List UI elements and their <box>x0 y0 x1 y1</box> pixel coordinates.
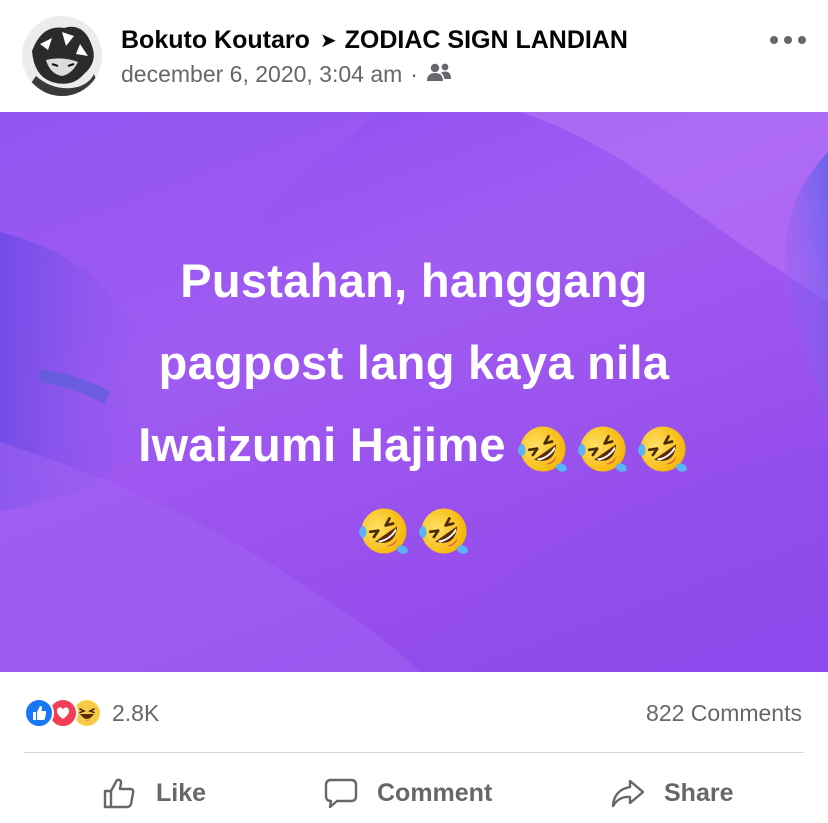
post-text: Pustahan, hanggang pagpost lang kaya nil… <box>60 240 768 568</box>
post-text-line-3: Iwaizumi Hajime <box>60 404 768 486</box>
rofl-emoji-icon <box>417 504 471 558</box>
post-text-line-3-text: Iwaizumi Hajime <box>138 418 506 471</box>
like-button[interactable]: Like <box>102 772 206 814</box>
post-stats: 2.8K 822 Comments <box>0 688 828 740</box>
comment-label: Comment <box>377 778 493 807</box>
reactions-summary[interactable]: 2.8K <box>24 696 159 730</box>
comment-button[interactable]: Comment <box>323 772 492 814</box>
rofl-emoji-icon <box>576 422 630 476</box>
facebook-post: Bokuto Koutaro ➤ ZODIAC SIGN LANDIAN dec… <box>0 0 828 823</box>
post-content-background[interactable]: Pustahan, hanggang pagpost lang kaya nil… <box>0 112 828 672</box>
meta-separator: · <box>410 60 418 87</box>
actions-divider <box>24 752 804 753</box>
arrow-right-icon: ➤ <box>319 29 337 52</box>
post-timestamp[interactable]: december 6, 2020, 3:04 am <box>121 61 402 88</box>
more-dot <box>770 36 778 44</box>
share-button[interactable]: Share <box>610 772 733 814</box>
emoji-group-line-3 <box>516 422 690 476</box>
post-text-line-2: pagpost lang kaya nila <box>158 336 670 389</box>
share-label: Share <box>664 778 734 807</box>
more-dot <box>798 36 806 44</box>
reactions-count[interactable]: 2.8K <box>112 700 159 727</box>
thumbs-up-icon <box>103 778 135 809</box>
group-name[interactable]: ZODIAC SIGN LANDIAN <box>345 26 628 55</box>
post-text-line-4 <box>60 486 768 568</box>
rofl-emoji-icon <box>357 504 411 558</box>
comment-bubble-icon <box>324 778 358 809</box>
comments-count[interactable]: 822 Comments <box>646 700 802 727</box>
share-arrow-icon <box>611 779 645 808</box>
rofl-emoji-icon <box>636 422 690 476</box>
post-header: Bokuto Koutaro ➤ ZODIAC SIGN LANDIAN dec… <box>0 0 828 112</box>
like-label: Like <box>156 778 207 807</box>
author-name[interactable]: Bokuto Koutaro <box>121 26 310 55</box>
like-reaction-icon <box>24 698 54 728</box>
author-line: Bokuto Koutaro ➤ ZODIAC SIGN LANDIAN <box>121 24 628 56</box>
emoji-group-line-4 <box>357 504 471 558</box>
post-actions: Like Comment Share <box>0 760 828 823</box>
more-options-button[interactable] <box>770 26 806 54</box>
more-dot <box>784 36 792 44</box>
author-avatar[interactable] <box>22 16 102 96</box>
group-icon <box>426 61 452 88</box>
post-meta: december 6, 2020, 3:04 am · <box>121 60 452 88</box>
rofl-emoji-icon <box>516 422 570 476</box>
post-text-line-1: Pustahan, hanggang <box>180 254 648 307</box>
